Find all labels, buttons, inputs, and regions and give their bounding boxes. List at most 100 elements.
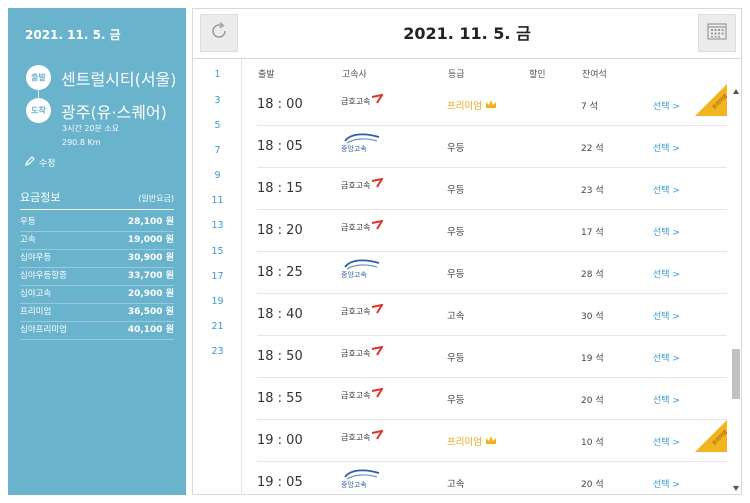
fare-subtitle: (일반요금) [138, 194, 174, 203]
departure-time: 18 : 15 [257, 181, 303, 196]
hour-link[interactable]: 19 [193, 296, 242, 307]
hour-link[interactable]: 23 [193, 346, 242, 357]
departure-time: 18 : 55 [257, 391, 303, 406]
hour-link[interactable]: 3 [193, 95, 242, 106]
fare-price: 33,700 원 [127, 271, 174, 281]
schedule-row: 18 : 55 금호고속 우등 20 석 선택 > [257, 378, 727, 420]
bus-grade: 프리미엄 [447, 98, 497, 112]
remaining-seats: 22 석 [581, 144, 604, 154]
select-button[interactable]: 선택 > [653, 141, 680, 154]
fare-row: 프리미엄 36,500 원 [20, 304, 174, 322]
schedule-panel: 2021. 11. 5. 금 1 3 5 7 9 11 13 15 17 19 … [192, 8, 742, 495]
calendar-icon [707, 22, 727, 44]
hour-link[interactable]: 15 [193, 246, 242, 257]
fare-name: 심야고속 [20, 289, 52, 299]
hour-link[interactable]: 7 [193, 145, 242, 156]
select-button[interactable]: 선택 > [653, 267, 680, 280]
select-button[interactable]: 선택 > [653, 183, 680, 196]
schedule-row: 18 : 00 금호고속 프리미엄 7 석 선택 > 프리미엄 [257, 84, 727, 126]
remaining-seats: 30 석 [581, 312, 604, 322]
bus-grade: 우등 [447, 353, 465, 364]
select-button[interactable]: 선택 > [653, 309, 680, 322]
arrival-badge: 도착 [26, 98, 51, 123]
kumho-logo: 금호고속 [341, 429, 384, 443]
schedule-row: 18 : 25 중앙고속 우등 28 석 선택 > [257, 252, 727, 294]
col-seats: 잔여석 [582, 70, 607, 80]
hour-link[interactable]: 13 [193, 220, 242, 231]
select-button[interactable]: 선택 > [653, 435, 680, 448]
kumho-logo: 금호고속 [341, 387, 384, 401]
pencil-icon [25, 156, 35, 169]
scrollbar[interactable] [731, 87, 741, 494]
bus-grade: 고속 [447, 311, 465, 322]
travel-duration: 3시간 20분 소요 [62, 124, 120, 133]
scroll-up-icon [733, 89, 739, 94]
select-button[interactable]: 선택 > [653, 99, 680, 112]
fare-price: 40,100 원 [127, 325, 174, 335]
hour-link[interactable]: 5 [193, 120, 242, 131]
fare-name: 고속 [20, 235, 36, 245]
remaining-seats: 10 석 [581, 438, 604, 448]
departure-time: 18 : 25 [257, 265, 303, 280]
bus-grade: 고속 [447, 479, 465, 490]
departure-time: 19 : 05 [257, 475, 303, 490]
departure-time: 18 : 50 [257, 349, 303, 364]
remaining-seats: 19 석 [581, 354, 604, 364]
crown-icon [485, 435, 497, 448]
route-date: 2021. 11. 5. 금 [25, 28, 121, 42]
fare-price: 30,900 원 [127, 253, 174, 263]
fare-price: 28,100 원 [127, 217, 174, 227]
fare-header: 요금정보 (일반요금) [20, 189, 174, 210]
departure-time: 19 : 00 [257, 433, 303, 448]
schedule-list: 18 : 00 금호고속 프리미엄 7 석 선택 > 프리미엄 18 : 05 중앙고속 우등 2… [257, 84, 727, 494]
hour-link[interactable]: 21 [193, 321, 242, 332]
edit-label: 수정 [39, 159, 56, 169]
hour-link[interactable]: 1 [193, 69, 242, 80]
kumho-logo: 금호고속 [341, 303, 384, 317]
edit-route-button[interactable]: 수정 [25, 156, 56, 169]
fare-name: 심야우등 [20, 253, 52, 263]
departure-time: 18 : 40 [257, 307, 303, 322]
select-button[interactable]: 선택 > [653, 225, 680, 238]
calendar-button[interactable] [698, 14, 736, 52]
kumho-logo: 금호고속 [341, 93, 384, 107]
hour-link[interactable]: 11 [193, 195, 242, 206]
remaining-seats: 28 석 [581, 270, 604, 280]
select-button[interactable]: 선택 > [653, 393, 680, 406]
departure-city: 센트럴시티(서울) [61, 70, 177, 89]
hour-link[interactable]: 9 [193, 170, 242, 181]
schedule-row: 18 : 05 중앙고속 우등 22 석 선택 > [257, 126, 727, 168]
jungang-logo: 중앙고속 [341, 132, 383, 154]
remaining-seats: 20 석 [581, 480, 604, 490]
refresh-icon [209, 21, 229, 45]
schedule-row: 18 : 15 금호고속 우등 23 석 선택 > [257, 168, 727, 210]
select-button[interactable]: 선택 > [653, 351, 680, 364]
fare-price: 36,500 원 [127, 307, 174, 317]
remaining-seats: 20 석 [581, 396, 604, 406]
crown-icon [485, 99, 497, 112]
schedule-row: 19 : 05 중앙고속 고속 20 석 선택 > [257, 462, 727, 494]
fare-row: 심야고속 20,900 원 [20, 286, 174, 304]
bus-grade: 우등 [447, 269, 465, 280]
travel-distance: 290.8 Km [62, 138, 101, 147]
fare-row: 심야우등할증 33,700 원 [20, 268, 174, 286]
col-discount: 할인 [529, 70, 546, 80]
hour-link[interactable]: 17 [193, 271, 242, 282]
schedule-row: 19 : 00 금호고속 프리미엄 10 석 선택 > 프리미엄 [257, 420, 727, 462]
refresh-button[interactable] [200, 14, 238, 52]
kumho-logo: 금호고속 [341, 177, 384, 191]
schedule-row: 18 : 50 금호고속우등 19 석 선택 > [257, 336, 727, 378]
fare-row: 우등 28,100 원 [20, 214, 174, 232]
kumho-logo: 금호고속 [341, 345, 384, 359]
scroll-down-icon [733, 486, 739, 491]
arrival-city: 광주(유·스퀘어) [61, 103, 167, 122]
scroll-thumb[interactable] [732, 349, 740, 399]
fare-row: 고속 19,000 원 [20, 232, 174, 250]
route-info-panel: 2021. 11. 5. 금 출발 센트럴시티(서울) 도착 광주(유·스퀘어)… [8, 8, 186, 495]
fare-title: 요금정보 [20, 191, 61, 204]
fare-price: 20,900 원 [127, 289, 174, 299]
select-button[interactable]: 선택 > [653, 477, 680, 490]
fare-price: 19,000 원 [127, 235, 174, 245]
fare-list: 우등 28,100 원 고속 19,000 원 심야우등 30,900 원 심야우등할… [20, 214, 174, 340]
col-company: 고속사 [342, 70, 367, 80]
